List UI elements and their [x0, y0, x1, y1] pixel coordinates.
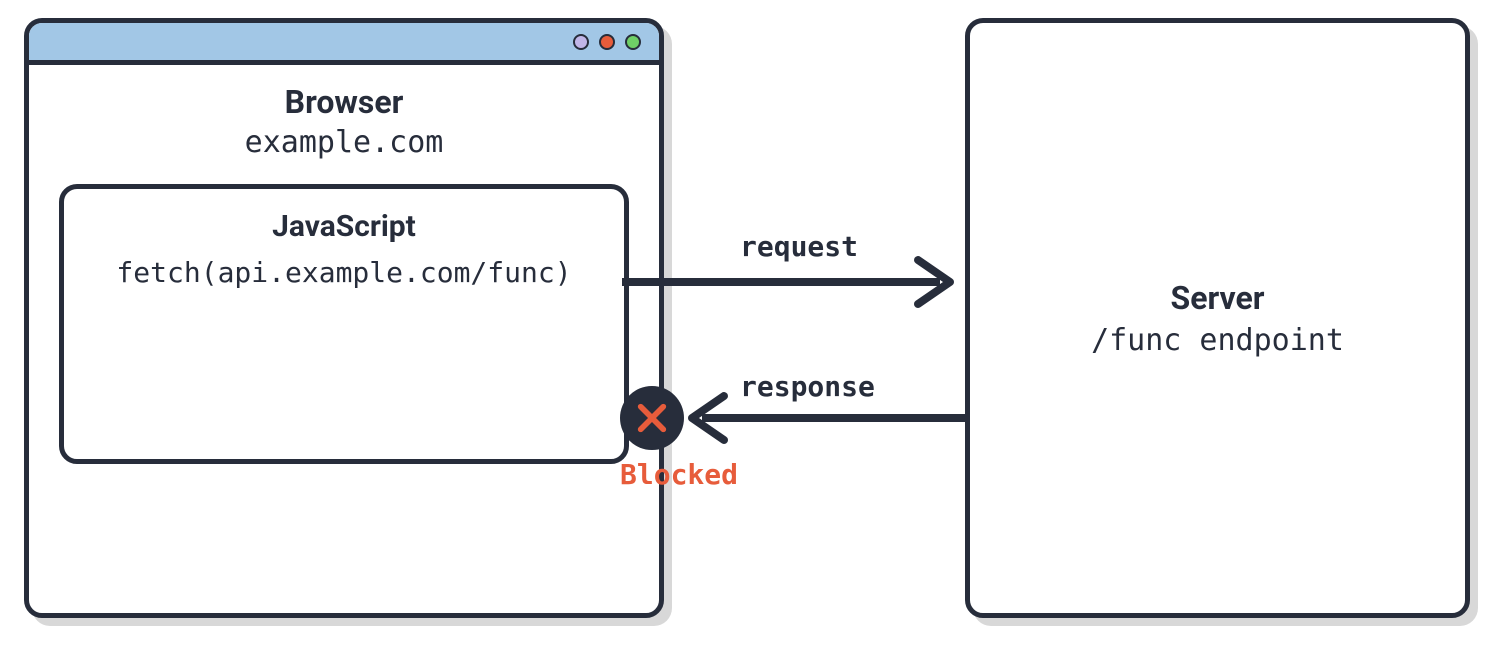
blocked-icon — [620, 386, 684, 450]
server-box: Server /func endpoint — [965, 18, 1470, 618]
browser-window: Browser example.com JavaScript fetch(api… — [24, 18, 664, 618]
traffic-light-close-icon — [599, 34, 615, 50]
blocked-label: Blocked — [620, 458, 738, 491]
traffic-light-maximize-icon — [625, 34, 641, 50]
browser-heading: Browser — [59, 83, 629, 121]
browser-domain: example.com — [59, 125, 629, 160]
javascript-box: JavaScript fetch(api.example.com/func) — [59, 184, 629, 464]
server-heading: Server — [1171, 279, 1265, 317]
browser-content: Browser example.com JavaScript fetch(api… — [29, 65, 659, 494]
request-label: request — [740, 230, 858, 263]
cors-diagram: Browser example.com JavaScript fetch(api… — [0, 0, 1500, 648]
request-arrow — [622, 260, 950, 304]
browser-titlebar — [29, 23, 659, 65]
response-label: response — [740, 370, 875, 403]
server-endpoint: /func endpoint — [1091, 323, 1344, 358]
javascript-heading: JavaScript — [86, 209, 602, 244]
javascript-code: fetch(api.example.com/func) — [86, 256, 602, 289]
traffic-light-minimize-icon — [573, 34, 589, 50]
